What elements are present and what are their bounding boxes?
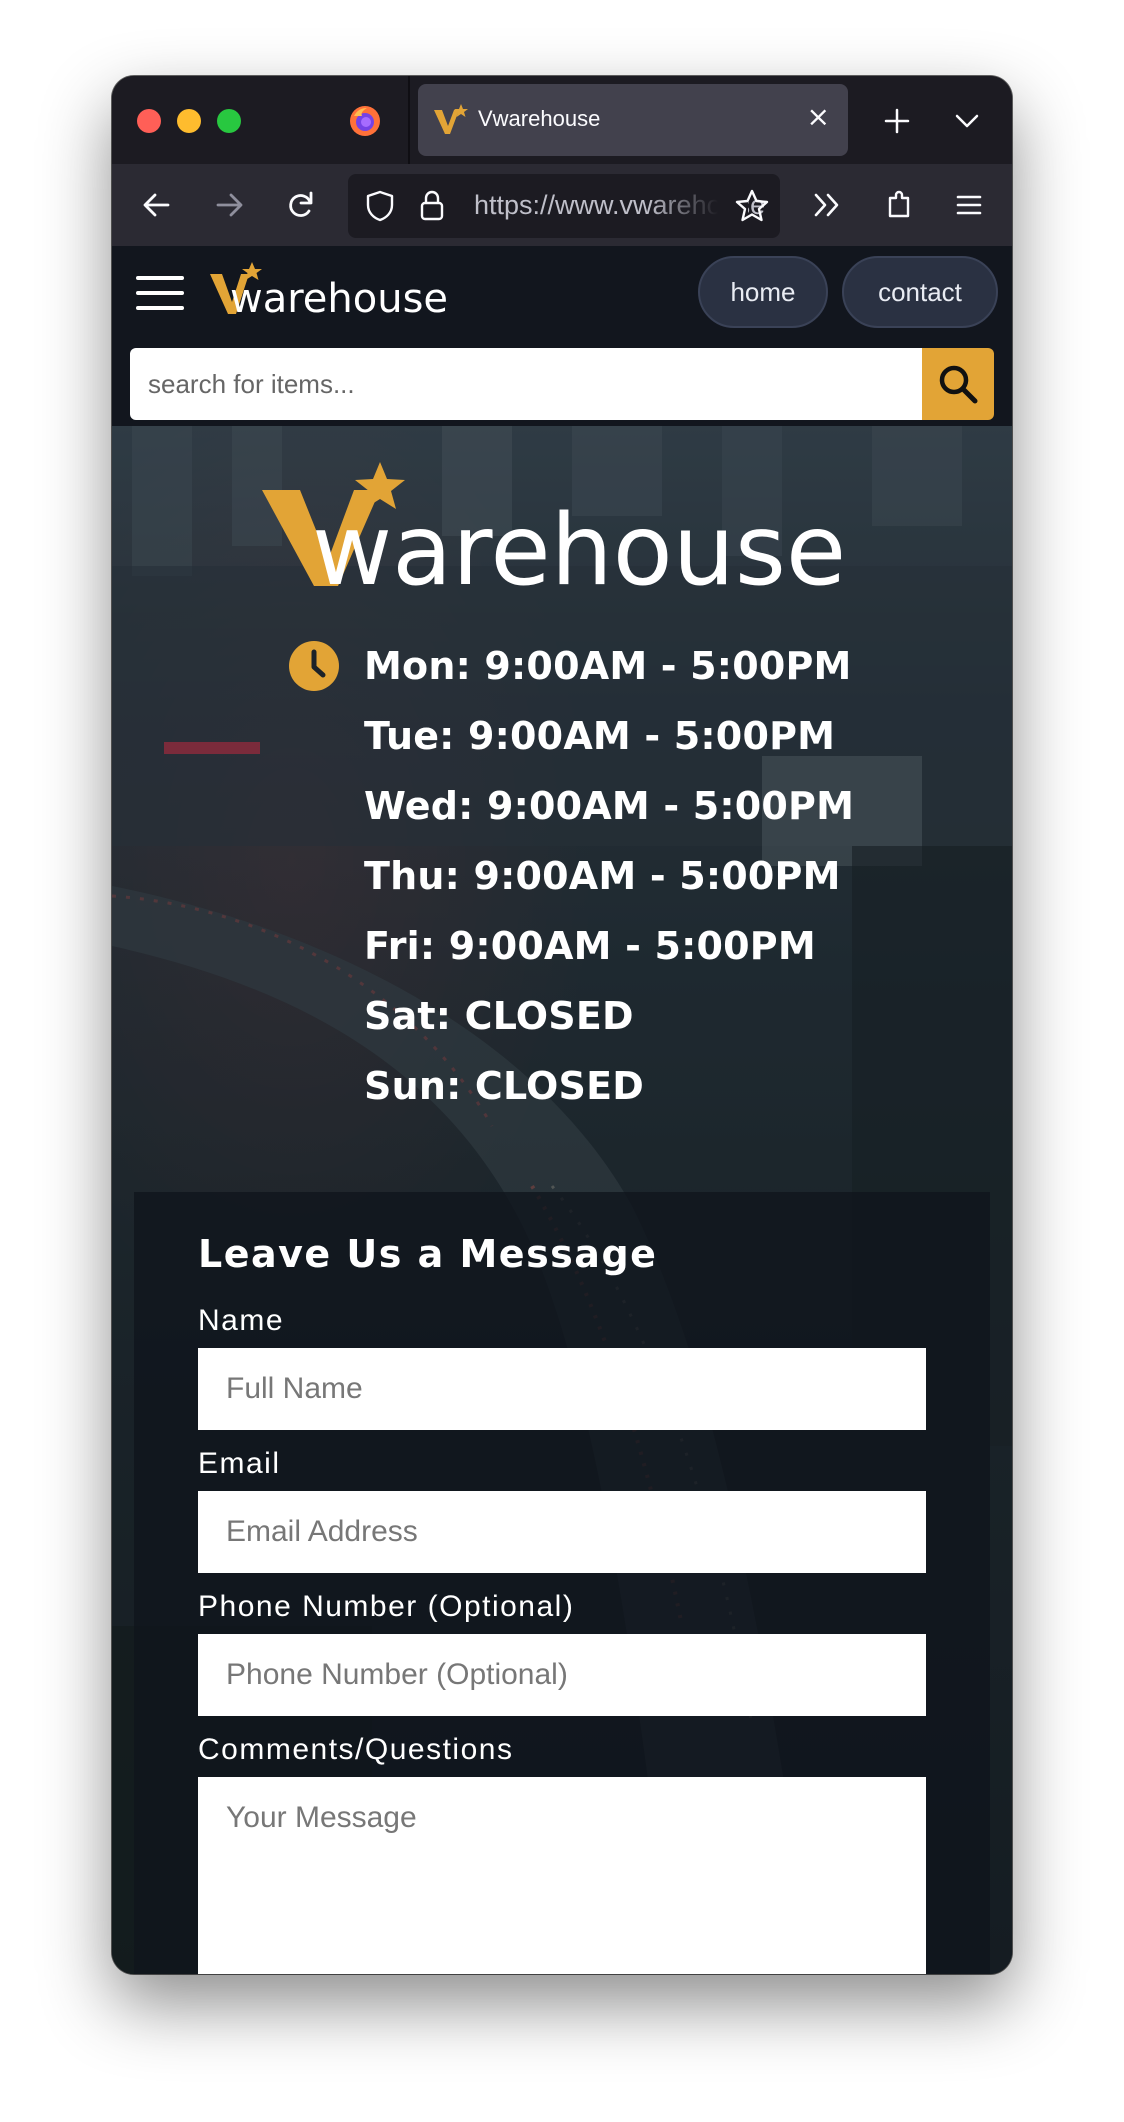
- email-label: Email: [198, 1447, 281, 1480]
- web-page: warehouse home contact search for items.…: [112, 246, 1012, 1974]
- hours-saturday: Sat: CLOSED: [364, 994, 634, 1038]
- bookmark-star-icon[interactable]: [732, 186, 772, 226]
- extensions-puzzle-icon[interactable]: [876, 180, 926, 230]
- new-tab-plus-icon[interactable]: [872, 96, 922, 146]
- phone-label: Phone Number (Optional): [198, 1590, 575, 1623]
- tab-vwarehouse[interactable]: Vwarehouse ×: [418, 84, 848, 156]
- phone-input[interactable]: Phone Number (Optional): [198, 1634, 926, 1716]
- tab-strip: Vwarehouse ×: [112, 76, 1012, 164]
- back-arrow-icon[interactable]: [132, 180, 182, 230]
- clock-icon: [289, 641, 339, 691]
- shield-icon[interactable]: [362, 188, 398, 224]
- search-input[interactable]: search for items...: [130, 348, 922, 420]
- tab-separator: [408, 76, 410, 164]
- name-input[interactable]: Full Name: [198, 1348, 926, 1430]
- logo-text: warehouse: [230, 276, 448, 322]
- name-label: Name: [198, 1304, 285, 1337]
- reload-icon[interactable]: [276, 180, 326, 230]
- search-button[interactable]: [922, 348, 994, 420]
- overflow-chevrons-icon[interactable]: [802, 180, 852, 230]
- list-all-tabs-chevron-down-icon[interactable]: [942, 96, 992, 146]
- contact-form: Leave Us a Message Name Full Name Email …: [134, 1192, 990, 1974]
- hours-wednesday: Wed: 9:00AM - 5:00PM: [364, 784, 855, 828]
- vwarehouse-hero-logo: warehouse: [262, 462, 846, 592]
- hours-monday: Mon: 9:00AM - 5:00PM: [364, 644, 852, 688]
- hamburger-menu-icon[interactable]: [136, 276, 184, 310]
- maximize-window-button[interactable]: [217, 109, 241, 133]
- search-bar: search for items...: [112, 340, 1012, 426]
- address-bar[interactable]: https://www.vwarehouse: [348, 174, 780, 238]
- nav-contact-button[interactable]: contact: [842, 256, 998, 328]
- nav-home-button[interactable]: home: [698, 256, 828, 328]
- hero-section: warehouse Mon: 9:00AM - 5:00PM Tue: 9:00…: [112, 426, 1012, 1974]
- firefox-icon[interactable]: [348, 104, 382, 138]
- lock-icon[interactable]: [416, 188, 448, 224]
- opening-hours-list: Mon: 9:00AM - 5:00PM Tue: 9:00AM - 5:00P…: [364, 638, 854, 1128]
- browser-window: Vwarehouse × https://www.vwarehouse ware…: [112, 76, 1012, 1974]
- vwarehouse-logo[interactable]: warehouse: [208, 260, 458, 324]
- search-icon: [939, 365, 978, 404]
- hero-logo-text: warehouse: [312, 494, 846, 592]
- email-input[interactable]: Email Address: [198, 1491, 926, 1573]
- hours-tuesday: Tue: 9:00AM - 5:00PM: [364, 714, 836, 758]
- app-menu-icon[interactable]: [944, 180, 994, 230]
- tab-close-icon[interactable]: ×: [807, 103, 830, 131]
- tab-title: Vwarehouse: [478, 106, 601, 131]
- vwarehouse-favicon-icon: [434, 104, 468, 134]
- hours-sunday: Sun: CLOSED: [364, 1064, 645, 1108]
- comments-label: Comments/Questions: [198, 1733, 514, 1766]
- navigation-toolbar: https://www.vwarehouse: [112, 164, 1012, 246]
- form-title: Leave Us a Message: [198, 1232, 658, 1276]
- minimize-window-button[interactable]: [177, 109, 201, 133]
- site-header: warehouse home contact: [112, 246, 1012, 340]
- close-window-button[interactable]: [137, 109, 161, 133]
- comments-textarea[interactable]: Your Message: [198, 1777, 926, 1974]
- forward-arrow-icon[interactable]: [204, 180, 254, 230]
- hours-friday: Fri: 9:00AM - 5:00PM: [364, 924, 816, 968]
- hours-thursday: Thu: 9:00AM - 5:00PM: [364, 854, 841, 898]
